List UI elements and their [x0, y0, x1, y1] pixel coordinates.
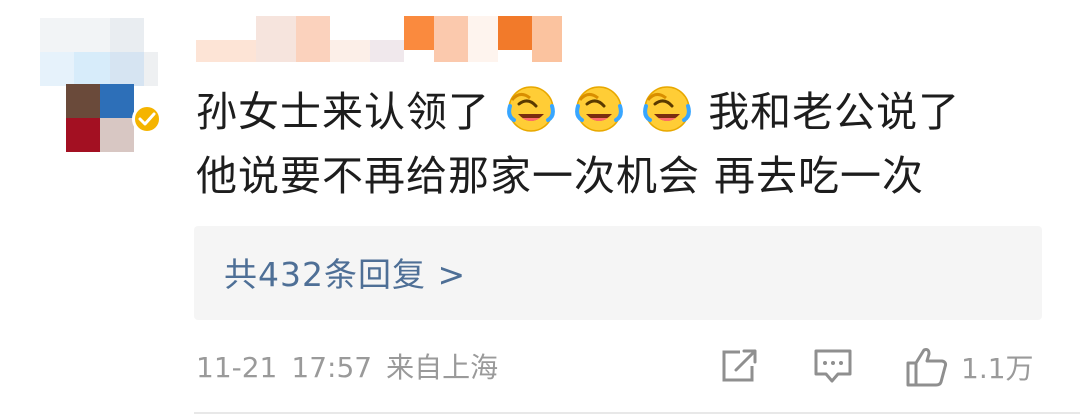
avatar-pixel — [144, 52, 158, 86]
comment-text-part-1: 孙女士来认领了 — [196, 88, 490, 136]
comment-body: 孙女士来认领了 我和老公说了 他说要不再给那家一次机会 再去吃一次 — [196, 80, 1036, 208]
avatar-pixel — [40, 52, 74, 86]
username-pixel — [330, 40, 370, 62]
avatar-pixel — [110, 52, 144, 86]
verified-badge-icon — [132, 104, 162, 134]
thumbs-up-icon — [906, 348, 948, 387]
avatar[interactable] — [40, 18, 162, 152]
avatar-pixel — [74, 52, 110, 86]
username-pixel — [532, 16, 562, 62]
comment-time: 17:57 — [291, 351, 373, 384]
share-button[interactable] — [720, 346, 760, 386]
username-pixel — [296, 16, 330, 62]
avatar-pixel — [100, 84, 134, 118]
comment-line-1: 孙女士来认领了 我和老公说了 — [196, 80, 1036, 144]
laugh-cry-emoji-icon — [575, 86, 623, 132]
comment-location: 来自上海 — [386, 351, 499, 384]
like-count: 1.1万 — [961, 352, 1034, 385]
like-button[interactable]: 1.1万 — [905, 346, 1034, 388]
comment-line-2: 他说要不再给那家一次机会 再去吃一次 — [196, 152, 925, 200]
divider — [194, 412, 1080, 414]
username-pixel — [468, 16, 498, 62]
username-pixel — [256, 16, 296, 62]
comment-icon — [814, 349, 852, 383]
share-icon — [722, 348, 758, 382]
username-pixel — [404, 16, 434, 50]
laugh-cry-emoji-icon — [507, 86, 555, 132]
avatar-pixel — [110, 18, 144, 52]
username-pixel — [370, 40, 404, 62]
avatar-pixel — [100, 118, 134, 152]
username-obscured[interactable] — [196, 16, 576, 62]
comment-text-part-2: 我和老公说了 — [708, 88, 961, 136]
comment-meta: 11-21 17:57 来自上海 — [196, 346, 512, 386]
username-pixel — [498, 16, 532, 50]
comment-button[interactable] — [812, 346, 854, 386]
comment-date: 11-21 — [196, 351, 278, 384]
avatar-pixel — [66, 118, 100, 152]
avatar-pixel — [66, 84, 100, 118]
view-replies-link[interactable]: 共432条回复 > — [224, 248, 466, 296]
laugh-cry-emoji-icon — [643, 86, 692, 132]
replies-panel[interactable]: 共432条回复 > — [194, 226, 1042, 320]
username-pixel — [434, 16, 468, 62]
username-pixel — [196, 40, 256, 62]
avatar-pixel — [40, 18, 110, 52]
